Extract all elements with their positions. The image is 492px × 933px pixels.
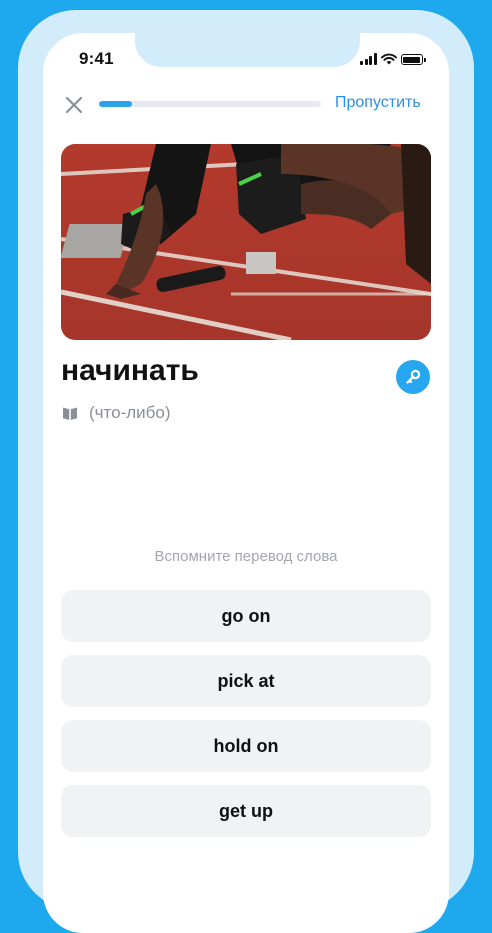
phone-notch [135, 33, 360, 67]
answer-option[interactable]: hold on [61, 720, 431, 772]
close-icon [65, 96, 83, 114]
word-illustration [61, 144, 431, 340]
skip-button[interactable]: Пропустить [335, 94, 421, 112]
answer-option[interactable]: get up [61, 785, 431, 837]
answer-option[interactable]: go on [61, 590, 431, 642]
key-icon [406, 369, 421, 384]
instruction-text: Вспомните перевод слова [154, 548, 338, 565]
answer-option[interactable]: pick at [61, 655, 431, 707]
lesson-progress-fill [99, 101, 133, 107]
word-title: начинать [61, 354, 199, 387]
status-icons [360, 51, 426, 65]
wifi-icon [380, 53, 397, 65]
status-time: 9:41 [79, 49, 114, 68]
key-button[interactable] [396, 360, 430, 394]
signal-icon [360, 53, 377, 65]
hint-text: (что-либо) [89, 403, 171, 422]
close-button[interactable] [63, 94, 85, 116]
lesson-progress-bar [99, 101, 321, 107]
book-icon [63, 407, 77, 420]
battery-icon [400, 54, 426, 65]
usage-hint: (что-либо) [61, 403, 171, 423]
